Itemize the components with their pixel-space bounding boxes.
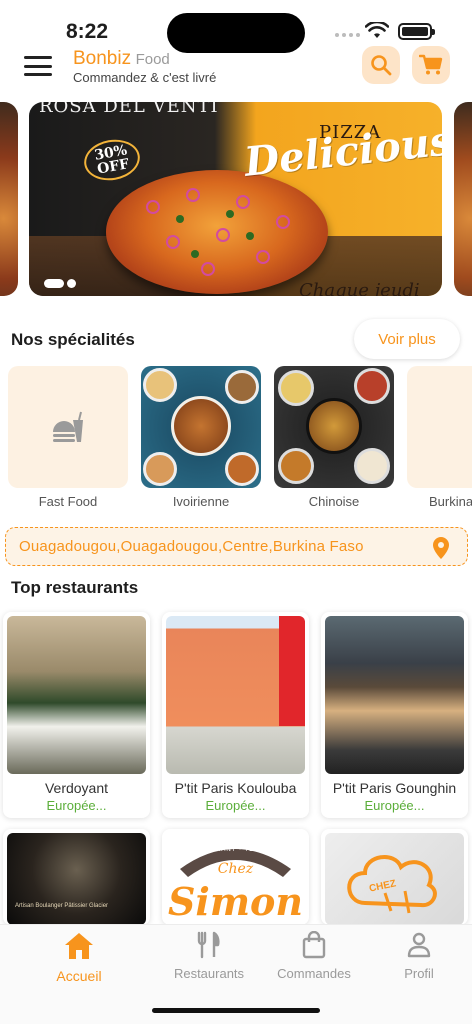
specialty-label: Fast Food: [38, 494, 98, 509]
status-time: 8:22: [66, 20, 109, 43]
restaurant-category: Europée...: [205, 798, 266, 813]
see-more-button[interactable]: Voir plus: [354, 319, 460, 359]
specialties-title: Nos spécialités: [11, 330, 135, 349]
app-header: Bonbiz Food Commandez & c'est livré: [0, 44, 472, 98]
cart-button[interactable]: [412, 46, 450, 84]
fast-food-icon: [53, 411, 83, 442]
promo-badge: 30% OFF: [80, 135, 144, 185]
logo-chez: Chez: [217, 861, 254, 877]
banner-footer-text: Chaque jeudi: [299, 280, 420, 296]
search-button[interactable]: [362, 46, 400, 84]
restaurant-category: Europée...: [364, 798, 425, 813]
nav-label: Accueil: [56, 968, 102, 984]
nav-orders[interactable]: Commandes: [262, 930, 366, 981]
hamburger-menu-icon[interactable]: [22, 54, 54, 78]
restaurant-sign: Artisan Boulanger Pâtissier Glacier: [15, 903, 109, 909]
restaurant-image: CHEZ: [325, 833, 464, 925]
delivery-location[interactable]: Ouagadougou,Ouagadougou,Centre,Burkina F…: [5, 527, 468, 566]
restaurant-card-ptit-paris-gounghin[interactable]: P'tit Paris Gounghin Europée...: [321, 612, 468, 818]
restaurant-category: Europée...: [46, 798, 107, 813]
nav-label: Restaurants: [173, 966, 245, 981]
logo-simon: Simon: [167, 879, 304, 924]
home-indicator: [152, 1008, 320, 1013]
battery-icon: [398, 23, 435, 40]
specialty-fast-food[interactable]: Fast Food: [8, 366, 128, 509]
restaurant-name: P'tit Paris Gounghin: [332, 780, 457, 796]
search-icon: [371, 55, 392, 76]
nav-label: Commandes: [277, 966, 351, 981]
restaurant-name: Verdoyant: [44, 780, 109, 796]
brand-suffix: Food: [135, 51, 170, 68]
pizza-image: [106, 170, 328, 294]
restaurant-image: [166, 616, 305, 774]
restaurant-card-artisan[interactable]: Artisan Boulanger Pâtissier Glacier: [3, 829, 150, 925]
nav-label: Profil: [404, 966, 434, 981]
top-restaurants-title: Top restaurants: [11, 578, 139, 597]
restaurant-name: P'tit Paris Koulouba: [174, 780, 297, 796]
logo-tagline: RESTAURANT · TERRASSE: [186, 847, 285, 853]
brand-logo: Bonbiz Food: [73, 48, 170, 70]
specialty-label: Burkinabè: [429, 494, 472, 509]
user-icon: [407, 932, 431, 958]
promo-carousel[interactable]: ROSA DEL VENTI 30% OFF PIZZA Delicious C…: [0, 102, 472, 298]
specialty-chinoise[interactable]: Chinoise: [274, 366, 394, 509]
specialty-image: [274, 366, 394, 488]
promo-off: OFF: [96, 156, 131, 178]
specialty-label: Chinoise: [308, 494, 360, 509]
specialty-ivoirienne[interactable]: Ivoirienne: [141, 366, 261, 509]
brand-name: Bonbiz: [73, 48, 132, 69]
carousel-dot: [67, 279, 76, 288]
home-icon: [65, 933, 93, 959]
brand-tagline: Commandez & c'est livré: [73, 70, 217, 85]
restaurant-image: Artisan Boulanger Pâtissier Glacier: [7, 833, 146, 925]
restaurant-image: RESTAURANT · TERRASSE Chez Simon: [166, 833, 305, 925]
shopping-bag-icon: [302, 930, 326, 959]
carousel-slide-next[interactable]: [454, 102, 472, 296]
nav-restaurants[interactable]: Restaurants: [157, 931, 261, 981]
specialty-image: [8, 366, 128, 488]
banner-headline: Delicious: [242, 117, 442, 186]
carousel-slide-pizza[interactable]: ROSA DEL VENTI 30% OFF PIZZA Delicious C…: [29, 102, 442, 296]
restaurant-image: [7, 616, 146, 774]
specialty-image: [407, 366, 472, 488]
carousel-pagination: [44, 279, 76, 288]
carousel-slide-prev[interactable]: [0, 102, 18, 296]
carousel-dot-active: [44, 279, 64, 288]
signal-icon: [335, 33, 360, 37]
restaurant-card-chez-simon[interactable]: RESTAURANT · TERRASSE Chez Simon: [162, 829, 309, 925]
nav-profile[interactable]: Profil: [367, 931, 471, 981]
specialties-list: Fast Food Ivoirienne Chinoise Burkina: [0, 366, 472, 512]
cart-icon: [419, 54, 443, 75]
wifi-icon: [365, 22, 389, 38]
specialty-burkinabe[interactable]: Burkinabè: [407, 366, 472, 509]
restaurant-card-ptit-paris-koulouba[interactable]: P'tit Paris Koulouba Europée...: [162, 612, 309, 818]
map-pin-icon: [433, 537, 449, 559]
restaurant-card-verdoyant[interactable]: Verdoyant Europée...: [3, 612, 150, 818]
location-text: Ouagadougou,Ouagadougou,Centre,Burkina F…: [19, 538, 364, 555]
restaurant-image: [325, 616, 464, 774]
nav-home[interactable]: Accueil: [27, 931, 131, 984]
specialty-label: Ivoirienne: [172, 494, 230, 509]
specialty-image: [141, 366, 261, 488]
fork-knife-icon: [197, 931, 220, 959]
banner-restaurant-name: ROSA DEL VENTI: [39, 102, 219, 117]
restaurant-card-chez[interactable]: CHEZ: [321, 829, 468, 925]
